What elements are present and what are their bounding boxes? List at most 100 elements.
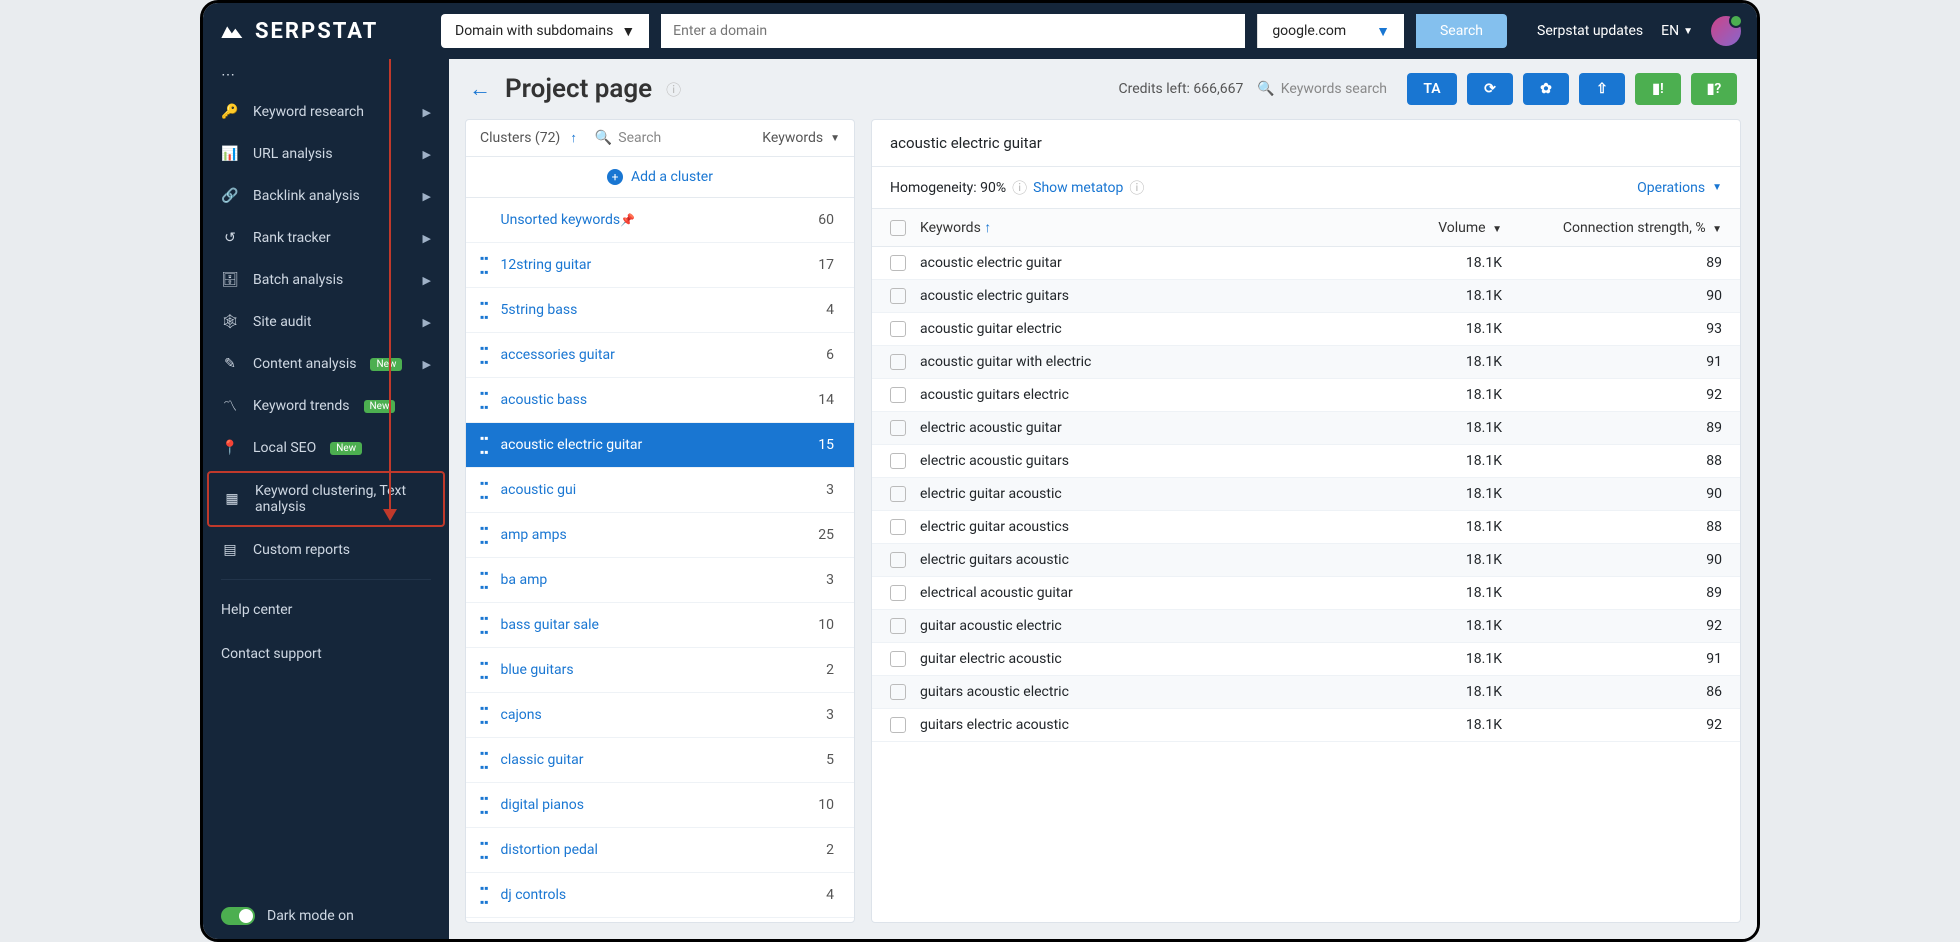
search-engine-select[interactable]: google.com ▼ (1257, 14, 1404, 48)
row-checkbox[interactable] (890, 684, 906, 700)
sidebar-item-label: Site audit (253, 314, 311, 330)
sidebar-item-rank-tracker[interactable]: ↺Rank tracker▶ (203, 217, 449, 259)
ta-button[interactable]: TA (1407, 73, 1457, 105)
search-button[interactable]: Search (1416, 14, 1507, 48)
sidebar-item-url-analysis[interactable]: 📊URL analysis▶ (203, 133, 449, 175)
info-icon[interactable]: ⓘ (1012, 177, 1027, 198)
feedback-button[interactable]: ▮! (1635, 73, 1681, 105)
cluster-row[interactable]: ▪▪▪▪classic guitar5 (466, 738, 854, 783)
cluster-row[interactable]: ▪▪▪▪distortion pedal2 (466, 828, 854, 873)
keyword-row: guitars acoustic electric18.1K86 (872, 676, 1740, 709)
sort-arrow-icon[interactable]: ↑ (570, 130, 577, 146)
row-checkbox[interactable] (890, 321, 906, 337)
domain-search-input[interactable] (661, 14, 1245, 48)
keyword-volume: 18.1K (1392, 585, 1522, 601)
logo[interactable]: SERPSTAT (219, 17, 429, 45)
cluster-count: 10 (818, 797, 840, 813)
cluster-count: 15 (818, 437, 840, 453)
select-all-checkbox[interactable] (890, 220, 906, 236)
cluster-list: ▪▪▪▪Unsorted keywords📌60▪▪▪▪12string gui… (466, 198, 854, 922)
search-icon: 🔍 (595, 130, 612, 146)
settings-button[interactable]: ✿ (1523, 73, 1569, 105)
keyword-text: guitars electric acoustic (920, 717, 1392, 733)
sidebar-item-batch-analysis[interactable]: 🗄Batch analysis▶ (203, 259, 449, 301)
cluster-row[interactable]: ▪▪▪▪Unsorted keywords📌60 (466, 198, 854, 243)
export-button[interactable]: ⇧ (1579, 73, 1625, 105)
upload-icon: ⇧ (1596, 81, 1608, 97)
avatar[interactable] (1711, 16, 1741, 46)
keyword-text: guitar electric acoustic (920, 651, 1392, 667)
cluster-row[interactable]: ▪▪▪▪digital pianos10 (466, 783, 854, 828)
row-checkbox[interactable] (890, 618, 906, 634)
sidebar-item-keyword-research[interactable]: 🔑Keyword research▶ (203, 91, 449, 133)
updates-link[interactable]: Serpstat updates (1537, 23, 1643, 39)
help-center-link[interactable]: Help center (203, 588, 449, 632)
cluster-name: Unsorted keywords (501, 212, 621, 228)
sidebar-item-local-seo[interactable]: 📍Local SEONew (203, 427, 449, 469)
volume-column[interactable]: Volume ▼ (1392, 220, 1522, 236)
keyword-connection: 91 (1522, 354, 1722, 370)
sidebar-item-label: Backlink analysis (253, 188, 360, 204)
sidebar: ⋯ 🔑Keyword research▶📊URL analysis▶🔗Backl… (203, 59, 449, 939)
row-checkbox[interactable] (890, 387, 906, 403)
cluster-row[interactable]: ▪▪▪▪acoustic electric guitar15 (466, 423, 854, 468)
keyword-volume: 18.1K (1392, 453, 1522, 469)
keyword-connection: 88 (1522, 453, 1722, 469)
row-checkbox[interactable] (890, 453, 906, 469)
row-checkbox[interactable] (890, 255, 906, 271)
info-icon[interactable]: ⓘ (1129, 177, 1144, 198)
cluster-count: 3 (826, 482, 840, 498)
language-select[interactable]: EN ▼ (1661, 23, 1693, 39)
keyword-connection: 93 (1522, 321, 1722, 337)
row-checkbox[interactable] (890, 552, 906, 568)
keywords-column-header[interactable]: Keywords ▼ (762, 130, 840, 146)
plus-icon: + (607, 169, 623, 185)
cluster-row[interactable]: ▪▪▪▪ba amp3 (466, 558, 854, 603)
contact-support-link[interactable]: Contact support (203, 632, 449, 676)
cluster-row[interactable]: ▪▪▪▪12string guitar17 (466, 243, 854, 288)
row-checkbox[interactable] (890, 519, 906, 535)
keyword-text: electric guitars acoustic (920, 552, 1392, 568)
sidebar-item-content-analysis[interactable]: ✎Content analysisNew▶ (203, 343, 449, 385)
row-checkbox[interactable] (890, 585, 906, 601)
sidebar-item-backlink-analysis[interactable]: 🔗Backlink analysis▶ (203, 175, 449, 217)
cluster-row[interactable]: ▪▪▪▪5string bass4 (466, 288, 854, 333)
cluster-search[interactable]: 🔍 Search (595, 130, 661, 146)
cluster-name: 5string bass (501, 302, 578, 318)
cluster-row[interactable]: ▪▪▪▪blue guitars2 (466, 648, 854, 693)
cluster-row[interactable]: ▪▪▪▪cajons3 (466, 693, 854, 738)
row-checkbox[interactable] (890, 288, 906, 304)
sidebar-item-custom-reports[interactable]: ▤Custom reports (203, 529, 449, 571)
cluster-row[interactable]: ▪▪▪▪bass guitar sale10 (466, 603, 854, 648)
add-cluster-button[interactable]: + Add a cluster (466, 157, 854, 198)
row-checkbox[interactable] (890, 486, 906, 502)
keyword-volume: 18.1K (1392, 420, 1522, 436)
show-metatop-link[interactable]: Show metatop (1033, 180, 1123, 196)
help-button[interactable]: ▮? (1691, 73, 1737, 105)
cluster-row[interactable]: ▪▪▪▪accessories guitar6 (466, 333, 854, 378)
search-type-select[interactable]: Domain with subdomains ▼ (441, 14, 649, 48)
keywords-search[interactable]: 🔍 Keywords search (1257, 81, 1387, 97)
operations-dropdown[interactable]: Operations ▼ (1637, 180, 1722, 196)
keyword-volume: 18.1K (1392, 684, 1522, 700)
cluster-row[interactable]: ▪▪▪▪acoustic gui3 (466, 468, 854, 513)
grip-icon: ▪▪▪▪ (480, 296, 489, 324)
sidebar-item-site-audit[interactable]: 🕸Site audit▶ (203, 301, 449, 343)
row-checkbox[interactable] (890, 354, 906, 370)
refresh-button[interactable]: ⟳ (1467, 73, 1513, 105)
cluster-row[interactable]: ▪▪▪▪acoustic bass14 (466, 378, 854, 423)
back-arrow-icon[interactable]: ← (469, 76, 491, 102)
cluster-row[interactable]: ▪▪▪▪amp amps25 (466, 513, 854, 558)
cluster-row[interactable]: ▪▪▪▪dj controls4 (466, 873, 854, 918)
sidebar-item-keyword-clustering-text-analysis[interactable]: ▦Keyword clustering, Text analysis (207, 471, 445, 527)
keyword-connection: 90 (1522, 288, 1722, 304)
row-checkbox[interactable] (890, 420, 906, 436)
keywords-column[interactable]: Keywords ↑ (920, 219, 1392, 236)
row-checkbox[interactable] (890, 651, 906, 667)
darkmode-toggle[interactable] (221, 907, 255, 925)
sidebar-item-keyword-trends[interactable]: 〽Keyword trendsNew (203, 385, 449, 427)
cluster-name: bass guitar sale (501, 617, 599, 633)
connection-column[interactable]: Connection strength, % ▼ (1522, 220, 1722, 236)
info-icon[interactable]: ⓘ (666, 79, 681, 100)
row-checkbox[interactable] (890, 717, 906, 733)
